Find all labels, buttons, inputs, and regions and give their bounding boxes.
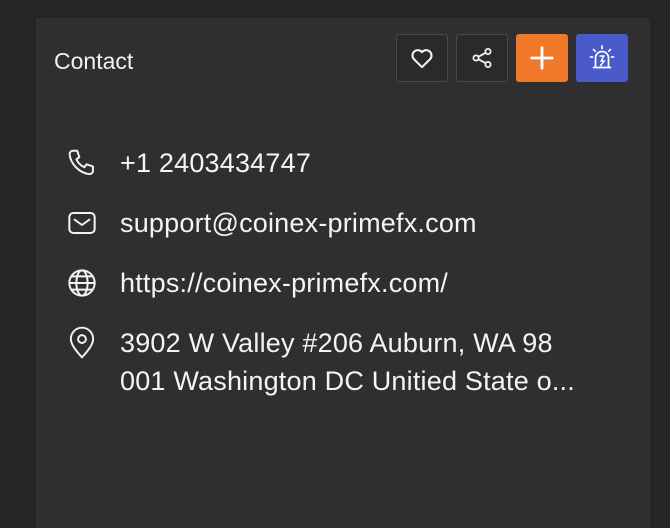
contact-list: +1 2403434747 support@coinex-primefx.com [64, 144, 624, 422]
share-icon [472, 48, 492, 68]
favorite-button[interactable] [396, 34, 448, 82]
location-pin-icon [64, 324, 100, 362]
globe-icon [64, 264, 100, 302]
contact-phone-row[interactable]: +1 2403434747 [64, 144, 624, 182]
phone-icon [64, 144, 100, 182]
contact-website[interactable]: https://coinex-primefx.com/ [120, 264, 448, 302]
contact-address: 3902 W Valley #206 Auburn, WA 98 001 Was… [120, 328, 575, 396]
siren-icon [589, 45, 615, 69]
action-toolbar [396, 34, 628, 82]
contact-card: Contact +1 2403434747 support@coinex-pri… [36, 18, 650, 528]
alert-button[interactable] [576, 34, 628, 82]
add-button[interactable] [516, 34, 568, 82]
contact-email-row[interactable]: support@coinex-primefx.com [64, 204, 624, 242]
contact-email[interactable]: support@coinex-primefx.com [120, 204, 477, 242]
card-title: Contact [54, 48, 134, 74]
share-button[interactable] [456, 34, 508, 82]
plus-icon [530, 46, 554, 70]
heart-icon [411, 49, 433, 69]
contact-website-row[interactable]: https://coinex-primefx.com/ [64, 264, 624, 302]
envelope-icon [64, 204, 100, 242]
card-header: Contact [36, 18, 650, 104]
contact-address-row: 3902 W Valley #206 Auburn, WA 98 001 Was… [64, 324, 624, 400]
contact-phone[interactable]: +1 2403434747 [120, 144, 311, 182]
